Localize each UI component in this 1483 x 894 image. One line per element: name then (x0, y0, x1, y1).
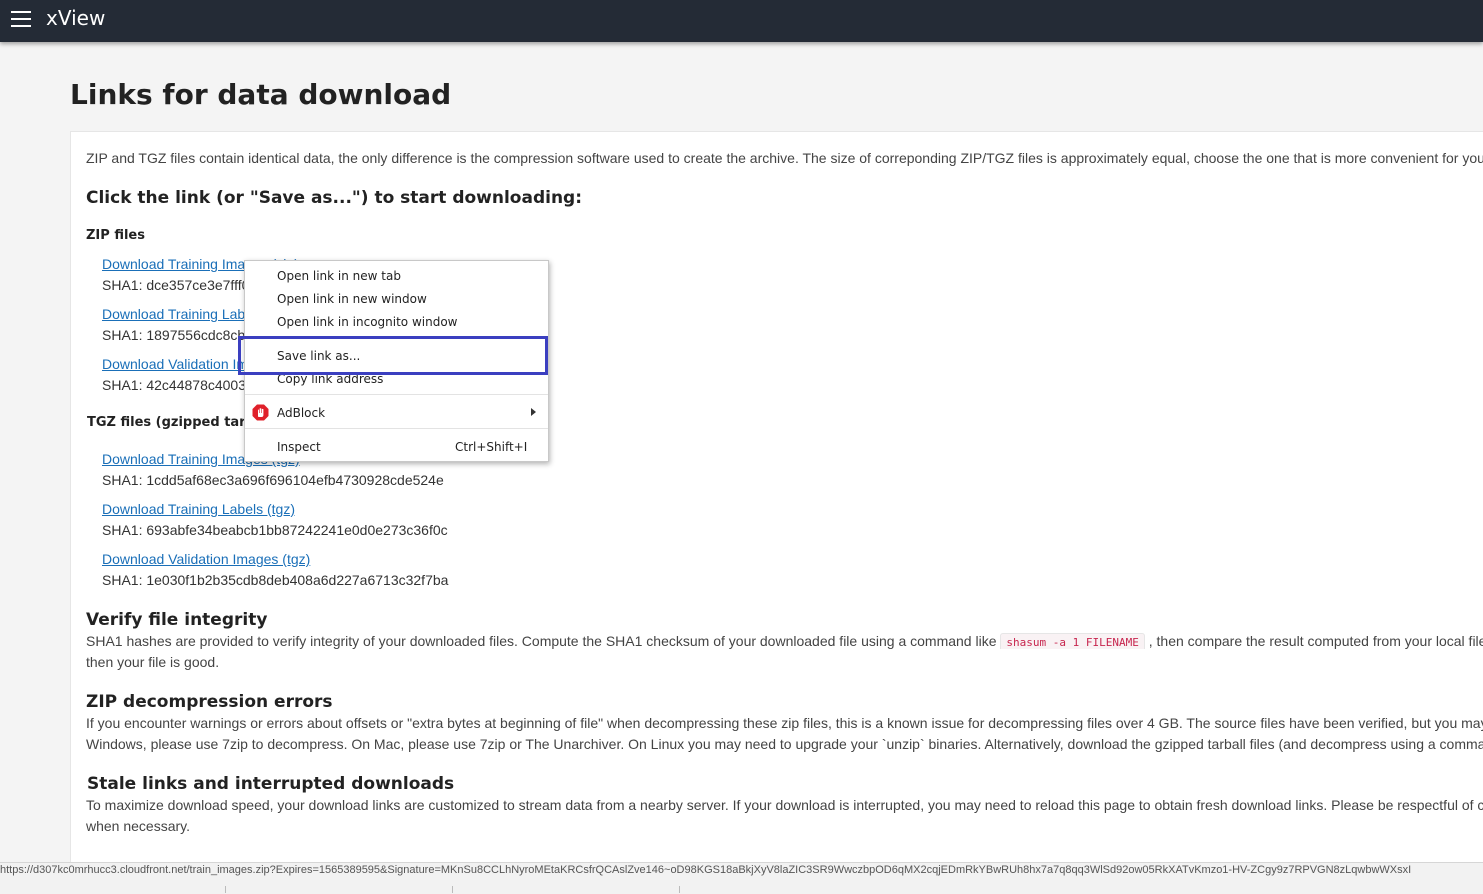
menu-open-new-window[interactable]: Open link in new window (277, 292, 427, 306)
taskbar-divider (679, 886, 680, 893)
zip-errors-line2: Windows, please use 7zip to decompress. … (86, 736, 1483, 752)
zip-errors-line1: If you encounter warnings or errors abou… (86, 715, 1483, 731)
sha-training-labels-zip: SHA1: 1897556cdc8cb (102, 327, 246, 343)
menu-inspect[interactable]: Inspect (277, 440, 321, 454)
adblock-icon (252, 404, 269, 421)
sha-training-images-zip: SHA1: dce357ce3e7fff0 (102, 277, 250, 293)
download-validation-images-tgz-link[interactable]: Download Validation Images (tgz) (102, 551, 310, 567)
taskbar-divider (452, 886, 453, 893)
shasum-command-code: shasum -a 1 FILENAME (1000, 633, 1145, 649)
app-bar: xView (0, 0, 1483, 42)
sha-training-labels-tgz: SHA1: 693abfe34beabcb1bb87242241e0d0e273… (102, 522, 448, 538)
menu-open-new-tab[interactable]: Open link in new tab (277, 269, 401, 283)
save-link-highlight-box (238, 336, 548, 375)
content-card (70, 131, 1483, 867)
menu-open-incognito[interactable]: Open link in incognito window (277, 315, 457, 329)
verify-text-after: , then compare the result computed from … (1148, 633, 1483, 649)
sha-validation-images-zip: SHA1: 42c44878c4003 (102, 377, 246, 393)
menu-inspect-shortcut: Ctrl+Shift+I (455, 440, 528, 454)
page-title: Links for data download (70, 78, 452, 111)
zip-files-heading: ZIP files (86, 228, 145, 243)
stale-links-line2: when necessary. (86, 818, 191, 834)
status-url: https://d307kc0mrhucc3.cloudfront.net/tr… (0, 864, 1412, 876)
sha-validation-images-tgz: SHA1: 1e030f1b2b35cdb8deb408a6d227a6713c… (102, 572, 449, 588)
hamburger-icon[interactable] (11, 11, 31, 27)
stale-links-heading: Stale links and interrupted downloads (87, 774, 455, 794)
click-heading: Click the link (or "Save as...") to star… (86, 188, 583, 208)
verify-text: SHA1 hashes are provided to verify integ… (86, 633, 1483, 649)
chevron-right-icon (531, 408, 536, 416)
stale-links-line1: To maximize download speed, your downloa… (86, 797, 1483, 813)
verify-text-line2: then your file is good. (86, 654, 220, 670)
sha-training-images-tgz: SHA1: 1cdd5af68ec3a696f696104efb4730928c… (102, 472, 444, 488)
taskbar-divider (225, 886, 226, 893)
download-training-labels-tgz-link[interactable]: Download Training Labels (tgz) (102, 501, 295, 517)
app-title[interactable]: xView (46, 6, 105, 30)
verify-heading: Verify file integrity (86, 610, 268, 630)
menu-adblock[interactable]: AdBlock (277, 406, 325, 420)
intro-text: ZIP and TGZ files contain identical data… (86, 150, 1483, 166)
menu-separator (245, 394, 548, 395)
verify-text-before: SHA1 hashes are provided to verify integ… (86, 633, 997, 649)
zip-errors-heading: ZIP decompression errors (86, 692, 333, 712)
menu-separator (245, 428, 548, 429)
